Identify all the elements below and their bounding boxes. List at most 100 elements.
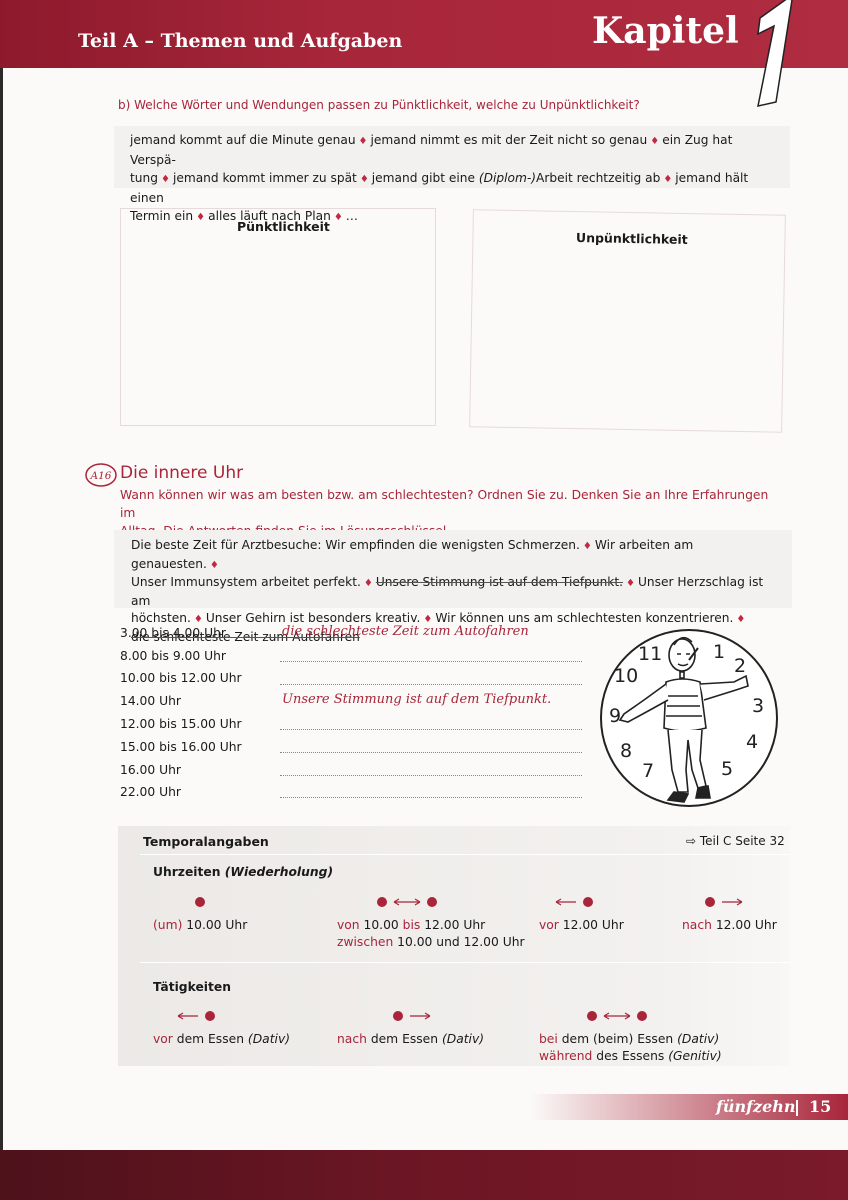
example-line: während des Essens (Genitiv): [539, 1048, 722, 1065]
example-line: zwischen 10.00 und 12.00 Uhr: [337, 934, 525, 951]
preposition: bei: [539, 1032, 558, 1046]
phrase: jemand nimmt es mit der Zeit nicht so ge…: [370, 133, 648, 147]
punctuality-answer-box[interactable]: [120, 208, 436, 426]
time-span-symbol: [587, 1011, 647, 1021]
word-list-line: jemand kommt auf die Minute genau ♦ jemand…: [130, 131, 770, 169]
time-label: 8.00 bis 9.00 Uhr: [120, 649, 226, 663]
example-text: dem (beim) Essen: [561, 1032, 674, 1046]
book-spine-shadow: [0, 0, 3, 1200]
example-vor-essen: vor dem Essen (Dativ): [153, 1031, 290, 1048]
bullet: ♦: [209, 559, 219, 571]
time-label: 16.00 Uhr: [120, 763, 181, 777]
bullet: ♦: [663, 174, 673, 185]
bullet: ♦: [650, 136, 660, 147]
word-list-line: tung ♦ jemand kommt immer zu spät ♦ jemand g…: [130, 169, 770, 207]
clock-times-heading: Uhrzeiten (Wiederholung): [153, 865, 333, 879]
bullet: ♦: [160, 174, 170, 185]
example-text: 10.00 und 12.00 Uhr: [397, 935, 525, 949]
bullet: ♦: [359, 174, 369, 185]
exercise-title: Die innere Uhr: [120, 463, 244, 483]
heading-text: Uhrzeiten: [153, 865, 221, 879]
chapter-number-1-graphic: 1: [757, 0, 793, 107]
example-text: 10.00 Uhr: [186, 918, 248, 932]
after-symbol: [393, 1011, 431, 1021]
answer-line[interactable]: [280, 797, 582, 798]
preposition: zwischen: [337, 935, 394, 949]
answer-line[interactable]: [280, 729, 582, 730]
preposition: bis: [402, 918, 421, 932]
preposition: vor: [153, 1032, 173, 1046]
bullet: ♦: [193, 614, 203, 625]
time-label: 22.00 Uhr: [120, 785, 181, 799]
preposition: nach: [337, 1032, 367, 1046]
phrase: jemand gibt eine: [371, 171, 475, 185]
time-label: 10.00 bis 12.00 Uhr: [120, 671, 242, 685]
page-number-band: [530, 1094, 848, 1120]
clock-number: 5: [721, 758, 733, 780]
answer-line[interactable]: [280, 661, 582, 662]
unpunctuality-label: Unpünktlichkeit: [575, 230, 688, 247]
phrase: tung: [130, 171, 158, 185]
phrase: Arbeit rechtzeitig ab: [536, 171, 661, 185]
example-text: 12.00 Uhr: [715, 918, 777, 932]
bottom-dark-band: [0, 1150, 848, 1200]
example-von-bis: von 10.00 bis 12.00 Uhr zwischen 10.00 u…: [337, 917, 525, 951]
bullet: ♦: [582, 541, 592, 552]
grammar-box-title: Temporalangaben: [143, 834, 269, 849]
statement: Unser Immunsystem arbeitet perfekt.: [131, 575, 361, 589]
heading-italic: (Wiederholung): [224, 865, 334, 879]
preposition: von: [337, 918, 360, 932]
clock-number: 7: [642, 760, 654, 782]
divider: [140, 962, 790, 963]
clock-number: 4: [746, 731, 758, 753]
example-nach-essen: nach dem Essen (Dativ): [337, 1031, 484, 1048]
before-symbol: [555, 897, 593, 907]
answer-line[interactable]: [280, 775, 582, 776]
case-label: (Dativ): [441, 1032, 485, 1046]
clock-number: 3: [752, 695, 764, 717]
phrase-italic: (Diplom-): [478, 171, 536, 185]
case-label: (Genitiv): [668, 1049, 722, 1063]
preposition: vor: [539, 918, 559, 932]
handwritten-answer: Unsere Stimmung ist auf dem Tiefpunkt.: [282, 692, 552, 707]
example-text: des Essens: [596, 1049, 665, 1063]
answer-line[interactable]: [280, 752, 582, 753]
example-text: 12.00 Uhr: [424, 918, 486, 932]
point-in-time-symbol: [195, 897, 205, 907]
time-label: 3.00 bis 4.00 Uhr: [120, 626, 226, 640]
example-nach: nach 12.00 Uhr: [682, 917, 777, 934]
phrase: jemand kommt auf die Minute genau: [130, 133, 356, 147]
case-label: (Dativ): [677, 1032, 720, 1046]
exercise-badge: A16: [85, 463, 117, 487]
statement-line: Unser Immunsystem arbeitet perfekt. ♦ Unse…: [131, 574, 771, 610]
statement-crossed: Unsere Stimmung ist auf dem Tiefpunkt.: [375, 575, 624, 589]
statement: Unser Gehirn ist besonders kreativ.: [205, 611, 421, 625]
page-number: 15: [809, 1097, 832, 1116]
example-line: von 10.00 bis 12.00 Uhr: [337, 917, 525, 934]
divider: [140, 854, 790, 855]
clock-number: 11: [638, 643, 662, 665]
activities-heading: Tätigkeiten: [153, 980, 231, 994]
after-symbol: [705, 897, 743, 907]
example-text: dem Essen: [370, 1032, 439, 1046]
example-line: bei dem (beim) Essen (Dativ): [539, 1031, 722, 1048]
phrase: jemand kommt immer zu spät: [172, 171, 357, 185]
clock-number: 2: [734, 655, 746, 677]
preposition: (um): [153, 918, 183, 932]
statement: höchsten.: [131, 611, 191, 625]
instruction-line: Wann können wir was am besten bzw. am sc…: [120, 488, 769, 520]
header-chapter-label: Kapitel: [592, 10, 739, 52]
statement: Die beste Zeit für Arztbesuche: Wir empf…: [131, 538, 580, 552]
clock-number: 8: [620, 740, 632, 762]
cross-reference-link[interactable]: ⇨ Teil C Seite 32: [686, 834, 785, 848]
page-number-word: fünfzehn: [716, 1097, 796, 1116]
bullet: ♦: [358, 136, 368, 147]
answer-line[interactable]: [280, 684, 582, 685]
exercise-badge-label: A16: [90, 470, 112, 482]
example-text: dem Essen: [176, 1032, 244, 1046]
page-number-divider: [796, 1100, 798, 1116]
preposition: während: [539, 1049, 593, 1063]
preposition: nach: [682, 918, 712, 932]
clock-number: 10: [614, 665, 638, 687]
bullet: ♦: [626, 578, 635, 589]
